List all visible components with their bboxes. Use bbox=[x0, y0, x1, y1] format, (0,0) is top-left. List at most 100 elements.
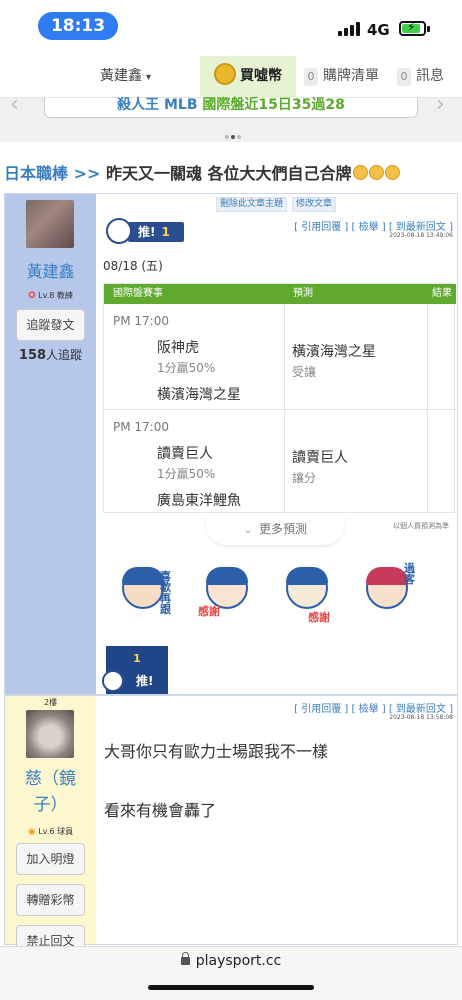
sticker-pass-icon[interactable]: 過客 bbox=[352, 559, 422, 627]
sticker-thanks-cry-icon[interactable]: 感謝 bbox=[192, 559, 262, 627]
lock-icon bbox=[180, 952, 190, 965]
author-panel: 黃建鑫 ✪ Lv.8 教練 追蹤發文 158人追蹤 bbox=[5, 194, 96, 694]
more-predictions-label: 更多預測 bbox=[259, 522, 308, 536]
coin-icon bbox=[214, 63, 236, 85]
disclaimer-note: 以個人買預測為準 bbox=[393, 522, 449, 530]
push-label: 推! bbox=[138, 225, 156, 239]
author-name[interactable]: 黃建鑫 bbox=[5, 258, 96, 282]
sticker-text: 過客 bbox=[404, 562, 415, 586]
handicap-line: 1分贏50% bbox=[157, 467, 216, 481]
follower-count: 158人追蹤 bbox=[5, 346, 96, 363]
pick-note: 讓分 bbox=[292, 471, 317, 485]
purchase-list-label: 購牌清單 bbox=[323, 68, 379, 84]
forum-link[interactable]: 日本職棒 bbox=[4, 164, 68, 183]
star-icon: ✪ bbox=[28, 291, 36, 301]
push-tag: 推! 1 bbox=[128, 222, 184, 242]
prediction-table: 國際盤賽事 預測 結果 PM 17:00 阪神虎 1分贏50% 橫濱海灣之星 橫… bbox=[103, 283, 456, 516]
badge-icon: ◉ bbox=[27, 827, 36, 837]
carousel-dots bbox=[224, 124, 242, 143]
time-pill: 18:13 bbox=[38, 12, 118, 40]
author-name[interactable]: 慈（鏡子） bbox=[5, 766, 96, 818]
push-footer-count: 1 bbox=[133, 652, 141, 665]
post-actions[interactable]: [ 引用回覆 ] [ 檢舉 ] [ 到最新回文 ] bbox=[294, 218, 453, 233]
post-timestamp: 2023-08-18 13:58:08 bbox=[389, 714, 453, 721]
author-level: ✪ Lv.8 教練 bbox=[5, 290, 96, 301]
baseball-player-icon bbox=[102, 670, 124, 692]
buy-coins-button[interactable]: 買噓幣 bbox=[200, 56, 296, 98]
browser-url-bar[interactable]: playsport.cc bbox=[0, 946, 462, 1000]
banner-text-blue: 殺人王 MLB bbox=[117, 97, 198, 113]
pick-note: 受讓 bbox=[292, 365, 317, 379]
push-count: 1 bbox=[161, 225, 170, 239]
more-predictions-button[interactable]: ⌄ 更多預測 bbox=[206, 515, 344, 545]
sticker-thanks-heart-icon[interactable]: 感謝 bbox=[272, 559, 342, 627]
signal-icon bbox=[338, 20, 362, 36]
messages-label: 訊息 bbox=[416, 68, 444, 84]
gift-coins-button[interactable]: 轉贈彩幣 bbox=[16, 884, 85, 916]
post-actions[interactable]: [ 引用回覆 ] [ 檢舉 ] [ 到最新回文 ] bbox=[294, 700, 453, 715]
status-bar: 18:13 4G ⚡ bbox=[0, 0, 462, 56]
sticker-ask-icon[interactable]: 喜歡再跟 bbox=[108, 559, 178, 627]
table-row: PM 17:00 阪神虎 1分贏50% 橫濱海灣之星 橫濱海灣之星 受讓 bbox=[104, 304, 456, 410]
post-text-line: 大哥你只有歐力士場跟我不一樣 bbox=[104, 742, 329, 761]
post-text-line: 看來有機會轟了 bbox=[104, 801, 217, 820]
sticker-text: 感謝 bbox=[198, 605, 220, 618]
user-menu[interactable]: 黃建鑫 ▾ bbox=[100, 56, 151, 98]
column-header-result: 結果 bbox=[432, 288, 452, 299]
table-row: PM 17:00 讀賣巨人 1分贏50% 廣島東洋鯉魚 讀賣巨人 讓分 bbox=[104, 410, 456, 516]
avatar[interactable] bbox=[26, 200, 74, 248]
purchase-list-link[interactable]: 0 購牌清單 bbox=[304, 56, 379, 98]
column-header-match: 國際盤賽事 bbox=[113, 288, 163, 299]
chevron-left-icon[interactable]: ‹ bbox=[10, 92, 19, 117]
buy-coins-label: 買噓幣 bbox=[240, 68, 282, 84]
sticker-text: 感謝 bbox=[308, 611, 330, 624]
home-team: 阪神虎 bbox=[157, 340, 199, 356]
caret-down-icon: ▾ bbox=[146, 72, 152, 83]
author-panel: 2樓 慈（鏡子） ◉ Lv.6 球員 加入明燈 轉贈彩幣 禁止回文 bbox=[5, 696, 96, 957]
prediction-date: 08/18 (五) bbox=[103, 259, 163, 273]
post-timestamp: 2023-08-18 13:49:06 bbox=[389, 232, 453, 239]
banner-slide[interactable]: 殺人王 MLB 國際盤近15日35過28 bbox=[44, 98, 418, 118]
messages-count: 0 bbox=[397, 68, 411, 86]
battery-tip bbox=[427, 26, 430, 32]
game-time: PM 17:00 bbox=[113, 420, 169, 434]
post-body: [ 引用回覆 ] [ 檢舉 ] [ 到最新回文 ] 2023-08-18 13:… bbox=[96, 696, 457, 944]
author-level: ◉ Lv.6 球員 bbox=[5, 826, 96, 837]
emoji-icon bbox=[384, 165, 400, 180]
post: 2樓 慈（鏡子） ◉ Lv.6 球員 加入明燈 轉贈彩幣 禁止回文 [ 引用回覆… bbox=[4, 695, 458, 957]
follower-number: 158 bbox=[18, 348, 47, 363]
emoji-icon bbox=[368, 165, 384, 180]
add-light-button[interactable]: 加入明燈 bbox=[16, 843, 85, 875]
push-badge[interactable]: 推! 1 bbox=[106, 218, 184, 246]
author-level-text: Lv.8 教練 bbox=[38, 291, 73, 300]
network-label: 4G bbox=[367, 21, 390, 39]
column-header-pick: 預測 bbox=[293, 288, 313, 299]
follower-suffix: 人追蹤 bbox=[46, 348, 83, 362]
follow-button[interactable]: 追蹤發文 bbox=[16, 309, 85, 341]
floor-number: 2樓 bbox=[43, 698, 58, 707]
away-team: 橫濱海灣之星 bbox=[157, 387, 241, 403]
chevron-down-icon: ⌄ bbox=[242, 522, 254, 536]
post: 黃建鑫 ✪ Lv.8 教練 追蹤發文 158人追蹤 刪除此文章主題 修改文章 [… bbox=[4, 193, 458, 695]
thread-title-text: 昨天又一關魂 各位大大們自己合牌 bbox=[105, 164, 352, 183]
baseball-player-icon bbox=[106, 218, 132, 244]
edit-post-button[interactable]: 修改文章 bbox=[292, 197, 337, 212]
emoji-icon bbox=[352, 165, 368, 180]
away-team: 廣島東洋鯉魚 bbox=[157, 493, 241, 509]
push-button[interactable]: 1 推! bbox=[102, 646, 168, 694]
url-text: playsport.cc bbox=[195, 953, 282, 969]
thread-title: 日本職棒 >> 昨天又一關魂 各位大大們自己合牌 bbox=[4, 160, 400, 184]
pick-team: 讀賣巨人 bbox=[292, 450, 348, 466]
table-header: 國際盤賽事 預測 結果 bbox=[104, 284, 456, 304]
post-body: 刪除此文章主題 修改文章 [ 引用回覆 ] [ 檢舉 ] [ 到最新回文 ] 2… bbox=[96, 194, 457, 694]
push-footer-label: 推! bbox=[136, 674, 154, 688]
author-level-text: Lv.6 球員 bbox=[38, 827, 74, 836]
user-menu-label: 黃建鑫 bbox=[100, 68, 142, 84]
chevron-right-icon[interactable]: › bbox=[436, 92, 445, 117]
banner-carousel: ‹ 殺人王 MLB 國際盤近15日35過28 › bbox=[0, 92, 462, 143]
breadcrumb-separator: >> bbox=[73, 164, 101, 183]
delete-thread-button[interactable]: 刪除此文章主題 bbox=[216, 197, 288, 212]
url-display: playsport.cc bbox=[0, 952, 462, 969]
avatar[interactable] bbox=[26, 710, 74, 758]
top-nav: 黃建鑫 ▾ 買噓幣 0 購牌清單 0 訊息 bbox=[0, 56, 462, 98]
